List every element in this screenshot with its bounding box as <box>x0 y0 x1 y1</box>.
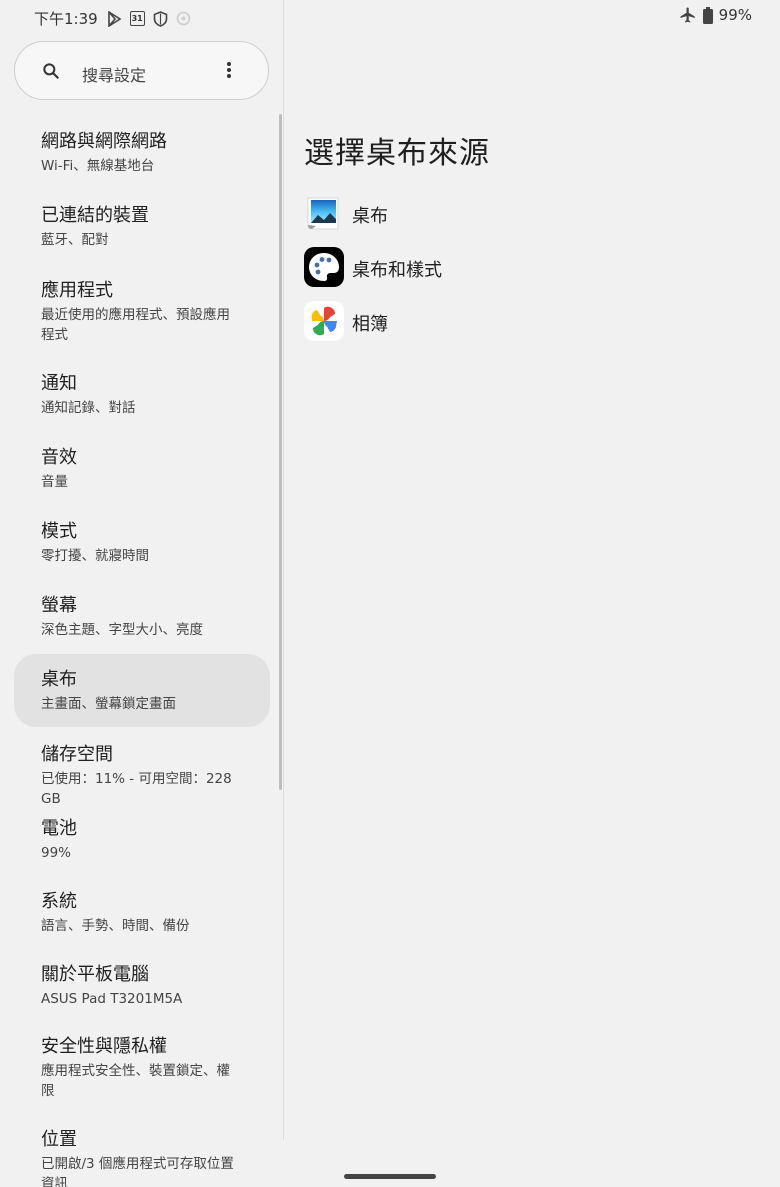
settings-item-modes[interactable]: 模式 零打擾、就寢時間 <box>14 521 270 581</box>
source-photos[interactable]: 相簿 <box>304 300 388 342</box>
settings-item-title: 螢幕 <box>41 595 77 616</box>
wallpaper-app-icon <box>304 193 344 233</box>
settings-item-subtitle: 語言、手勢、時間、備份 <box>41 918 190 934</box>
settings-item-wallpaper[interactable]: 桌布 主畫面、螢幕鎖定畫面 <box>14 654 270 727</box>
more-options-icon[interactable] <box>225 62 233 80</box>
battery-icon <box>702 6 713 24</box>
settings-item-battery[interactable]: 電池 99% <box>14 818 270 878</box>
settings-item-display[interactable]: 螢幕 深色主題、字型大小、亮度 <box>14 595 270 655</box>
settings-item-security-privacy[interactable]: 安全性與隱私權 應用程式安全性、裝置鎖定、權限 <box>14 1036 270 1112</box>
settings-item-subtitle: Wi-Fi、無線基地台 <box>41 158 155 174</box>
settings-item-title: 安全性與隱私權 <box>41 1036 167 1057</box>
search-icon[interactable] <box>41 61 61 81</box>
photos-pinwheel-icon <box>304 301 344 341</box>
settings-item-subtitle: 零打擾、就寢時間 <box>41 548 149 564</box>
settings-item-subtitle: 應用程式安全性、裝置鎖定、權限 <box>41 1063 230 1099</box>
settings-item-title: 應用程式 <box>41 280 113 301</box>
status-right: 99% <box>679 6 752 24</box>
settings-item-title: 電池 <box>41 818 77 839</box>
settings-item-title: 儲存空間 <box>41 744 113 765</box>
settings-item-title: 位置 <box>41 1129 77 1150</box>
pane-divider <box>283 0 284 1140</box>
settings-item-title: 已連結的裝置 <box>41 205 149 226</box>
page-title: 選擇桌布來源 <box>304 136 490 171</box>
battery-percent: 99% <box>718 6 752 24</box>
settings-item-subtitle: 99% <box>41 845 72 861</box>
source-wallpaper-and-style[interactable]: 桌布和樣式 <box>304 246 442 288</box>
settings-item-subtitle: 最近使用的應用程式、預設應用程式 <box>41 307 230 343</box>
settings-item-location[interactable]: 位置 已開啟/3 個應用程式可存取位置資訊 <box>14 1129 270 1187</box>
source-wallpaper[interactable]: 桌布 <box>304 192 388 234</box>
airplane-mode-icon <box>680 7 695 23</box>
settings-item-subtitle: 音量 <box>41 474 68 490</box>
palette-app-icon <box>304 247 344 287</box>
settings-item-apps[interactable]: 應用程式 最近使用的應用程式、預設應用程式 <box>14 280 270 356</box>
settings-item-subtitle: 通知記錄、對話 <box>41 400 136 416</box>
home-gesture-bar[interactable] <box>344 1174 436 1179</box>
settings-scrollbar[interactable] <box>279 114 282 790</box>
search-input[interactable]: 搜尋設定 <box>82 62 146 86</box>
settings-item-subtitle: 深色主題、字型大小、亮度 <box>41 622 203 638</box>
settings-item-title: 網路與網際網路 <box>41 131 167 152</box>
settings-item-subtitle: 已使用：11% - 可用空間：228 GB <box>41 771 232 807</box>
settings-item-subtitle: 藍牙、配對 <box>41 232 109 248</box>
settings-item-title: 關於平板電腦 <box>41 964 149 985</box>
settings-item-title: 桌布 <box>41 669 77 690</box>
settings-item-notifications[interactable]: 通知 通知記錄、對話 <box>14 373 270 433</box>
settings-list-pane: 搜尋設定 網路與網際網路 Wi-Fi、無線基地台 已連結的裝置 藍牙、配對 應用… <box>0 0 283 1187</box>
settings-item-subtitle: 已開啟/3 個應用程式可存取位置資訊 <box>41 1156 234 1187</box>
settings-item-network[interactable]: 網路與網際網路 Wi-Fi、無線基地台 <box>14 131 270 191</box>
source-label: 桌布和樣式 <box>352 260 442 281</box>
settings-item-storage[interactable]: 儲存空間 已使用：11% - 可用空間：228 GB <box>14 744 270 807</box>
settings-item-title: 通知 <box>41 373 77 394</box>
settings-item-about-tablet[interactable]: 關於平板電腦 ASUS Pad T3201M5A <box>14 964 270 1024</box>
settings-item-sound[interactable]: 音效 音量 <box>14 447 270 507</box>
source-label: 桌布 <box>352 206 388 227</box>
settings-item-connected-devices[interactable]: 已連結的裝置 藍牙、配對 <box>14 205 270 265</box>
settings-item-subtitle: ASUS Pad T3201M5A <box>41 991 183 1007</box>
settings-item-subtitle: 主畫面、螢幕鎖定畫面 <box>41 696 176 712</box>
settings-item-title: 模式 <box>41 521 77 542</box>
search-settings-bar[interactable]: 搜尋設定 <box>14 41 269 100</box>
settings-item-system[interactable]: 系統 語言、手勢、時間、備份 <box>14 891 270 951</box>
settings-item-title: 音效 <box>41 447 77 468</box>
settings-item-title: 系統 <box>41 891 77 912</box>
source-label: 相簿 <box>352 314 388 335</box>
